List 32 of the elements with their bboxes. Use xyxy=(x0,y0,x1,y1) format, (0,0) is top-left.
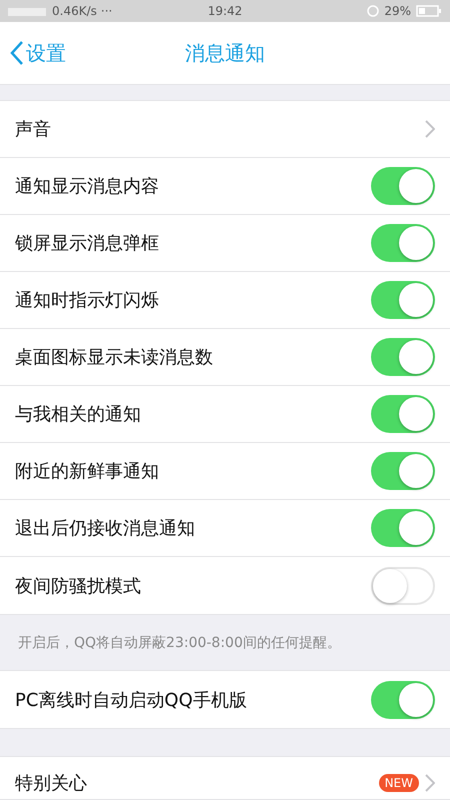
toggle-switch[interactable] xyxy=(371,452,435,490)
toggle-switch[interactable] xyxy=(371,680,435,718)
toggle-switch[interactable] xyxy=(371,338,435,376)
new-badge: NEW xyxy=(378,774,419,792)
setting-label: 与我相关的通知 xyxy=(15,403,142,426)
battery-icon xyxy=(416,5,442,17)
toggle-switch[interactable] xyxy=(371,566,435,604)
chevron-icon xyxy=(425,120,435,138)
status-time: 19:42 xyxy=(208,4,242,18)
toggle-switch[interactable] xyxy=(371,167,435,205)
chevron-icon xyxy=(425,774,435,792)
toggle-switch[interactable] xyxy=(371,224,435,262)
setting-label: 夜间防骚扰模式 xyxy=(15,574,142,598)
page-title: 消息通知 xyxy=(185,40,265,66)
toggle-switch[interactable] xyxy=(371,509,435,547)
setting-label: 通知时指示灯闪烁 xyxy=(15,289,160,312)
more-indicator: ··· xyxy=(100,4,112,18)
back-button[interactable]: 设置 xyxy=(0,38,72,68)
back-icon xyxy=(10,40,24,66)
setting-label: 特别关心 xyxy=(15,772,88,795)
setting-label: 桌面图标显示未读消息数 xyxy=(15,346,214,369)
setting-label: 锁屏显示消息弹框 xyxy=(15,232,160,255)
hint-text: 开启后，QQ将自动屏蔽23:00-8:00间的任何提醒。 xyxy=(17,634,342,652)
setting-label: 声音 xyxy=(15,118,52,141)
setting-label: PC离线时自动启动QQ手机版 xyxy=(15,688,248,712)
setting-label: 附近的新鲜事通知 xyxy=(15,460,160,483)
battery-percent: 29% xyxy=(384,4,411,18)
toggle-switch[interactable] xyxy=(371,281,435,319)
setting-label: 退出后仍接收消息通知 xyxy=(15,517,196,540)
toggle-switch[interactable] xyxy=(371,395,435,433)
setting-label: 通知显示消息内容 xyxy=(15,175,160,198)
network-speed: 0.46K/s xyxy=(52,4,97,18)
